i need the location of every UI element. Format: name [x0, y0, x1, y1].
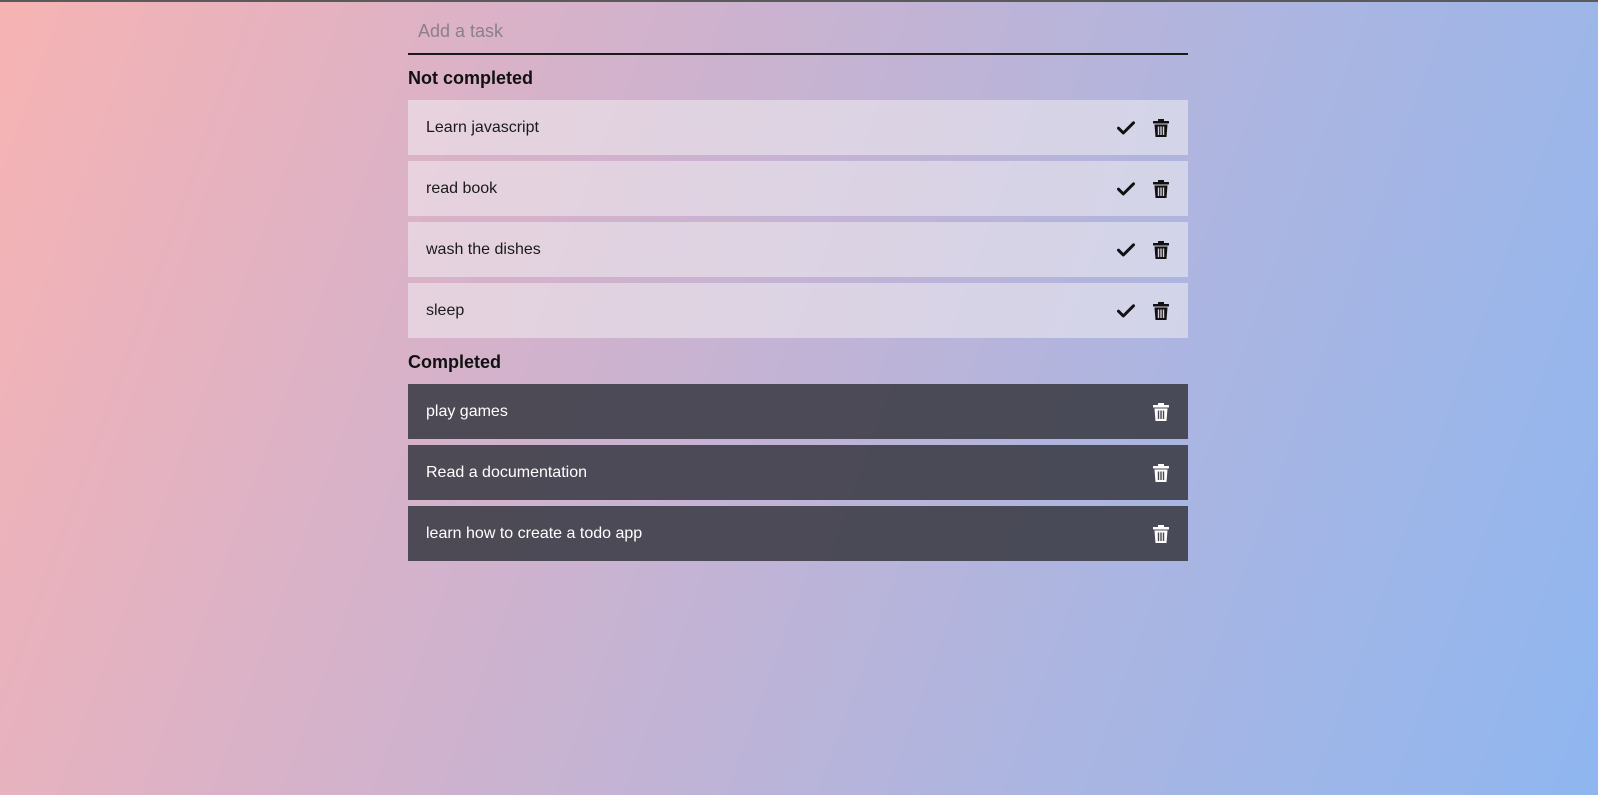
task-actions	[1116, 118, 1170, 137]
check-icon[interactable]	[1116, 240, 1135, 259]
list-item: wash the dishes	[408, 222, 1188, 277]
not-completed-title: Not completed	[408, 68, 534, 88]
completed-title: Completed	[408, 352, 502, 372]
check-icon[interactable]	[1116, 301, 1135, 320]
task-label: play games	[426, 402, 508, 420]
check-icon[interactable]	[1116, 179, 1135, 198]
list-item: sleep	[408, 283, 1188, 338]
list-item: Learn javascript	[408, 100, 1188, 155]
not-completed-list: Learn javascript read book wash the dish…	[408, 100, 1188, 338]
list-item: learn how to create a todo app	[408, 506, 1188, 561]
task-label: sleep	[426, 301, 465, 319]
task-actions	[1151, 463, 1170, 482]
top-border	[0, 0, 1598, 2]
task-label: Learn javascript	[426, 118, 539, 136]
trash-icon[interactable]	[1151, 301, 1170, 320]
trash-icon[interactable]	[1151, 179, 1170, 198]
trash-icon[interactable]	[1151, 524, 1170, 543]
list-item: read book	[408, 161, 1188, 216]
list-item: play games	[408, 384, 1188, 439]
task-actions	[1116, 240, 1170, 259]
task-label: wash the dishes	[426, 240, 541, 258]
trash-icon[interactable]	[1151, 402, 1170, 421]
trash-icon[interactable]	[1151, 240, 1170, 259]
trash-icon[interactable]	[1151, 118, 1170, 137]
add-task-input[interactable]	[408, 14, 1188, 55]
check-icon[interactable]	[1116, 118, 1135, 137]
completed-list: play games Read a documentation learn ho…	[408, 384, 1188, 561]
list-item: Read a documentation	[408, 445, 1188, 500]
task-label: read book	[426, 179, 498, 197]
task-label: Read a documentation	[426, 463, 587, 481]
task-actions	[1116, 179, 1170, 198]
task-actions	[1116, 301, 1170, 320]
todo-app: Not completed Learn javascript read book	[408, 14, 1188, 567]
task-label: learn how to create a todo app	[426, 524, 643, 542]
task-actions	[1151, 524, 1170, 543]
trash-icon[interactable]	[1151, 463, 1170, 482]
task-actions	[1151, 402, 1170, 421]
